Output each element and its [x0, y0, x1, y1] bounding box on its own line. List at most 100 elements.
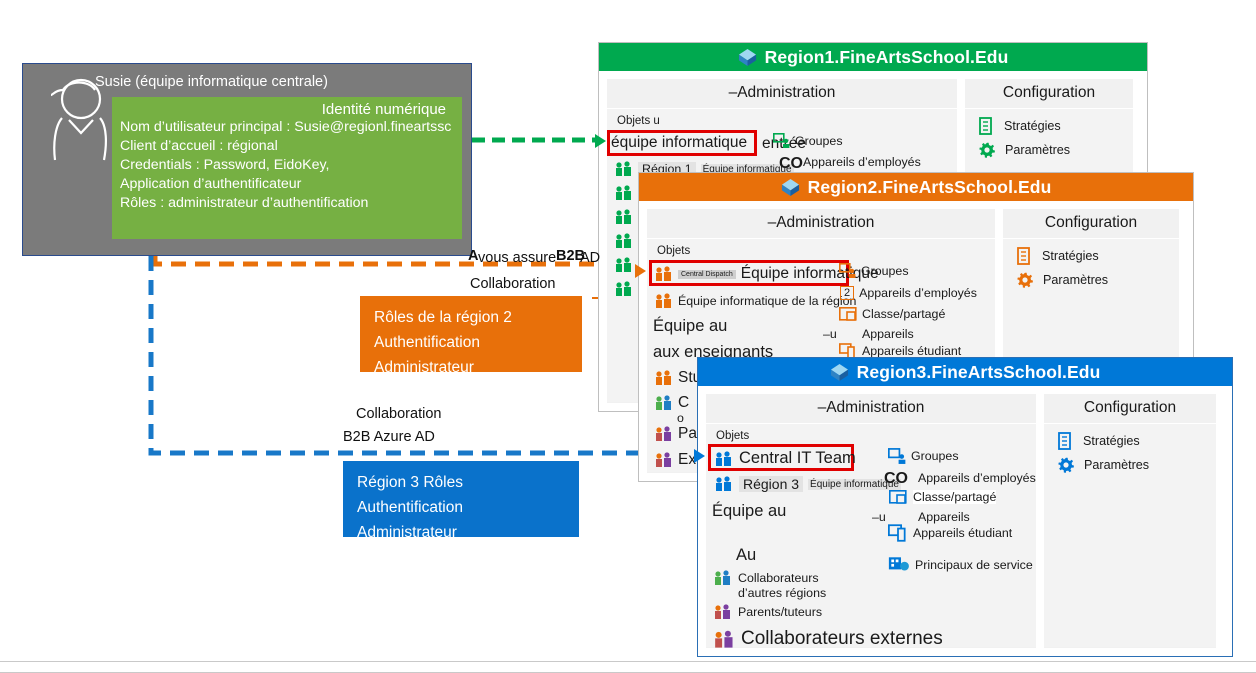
policy-icon — [1058, 432, 1071, 450]
region2-u-label-row: –u — [823, 327, 837, 341]
region2-left-item-0[interactable]: Équipe informatique de la région — [655, 293, 856, 309]
region1-config-item-1[interactable]: Paramètres — [979, 142, 1070, 158]
region2-callout-line-2: Administrateur — [374, 359, 474, 376]
region1-highlight-row[interactable]: équipe informatique — [611, 134, 747, 152]
region3-right-item-4[interactable]: Appareils étudiant — [888, 524, 1012, 542]
diagram-canvas: Susie (équipe informatique centrale) Ide… — [0, 0, 1256, 673]
people-multi-color-icon — [656, 452, 671, 467]
people-group-icon — [616, 185, 631, 200]
region2-title: Region2.FineArtsSchool.Edu — [807, 176, 1052, 197]
region3-callout-line-1: Authentification — [357, 499, 463, 516]
region1-left-item-2[interactable] — [615, 209, 633, 225]
groups-icon — [839, 263, 856, 278]
region2-right-item-1[interactable]: 2 Appareils d’employés — [840, 286, 977, 300]
people-group-icon — [716, 450, 731, 466]
region1-config-item-0[interactable]: Stratégies — [979, 117, 1061, 135]
azure-ad-cube-icon — [781, 178, 799, 196]
region2-right-item-2[interactable]: Classe/partagé — [839, 307, 945, 321]
region2-right-item-3[interactable]: Appareils — [862, 327, 914, 341]
region2-u-label: –u — [823, 327, 837, 341]
susie-upn: Nom d’utilisateur principal : Susie@regi… — [120, 119, 452, 135]
region3-right-item-0[interactable]: Groupes — [888, 448, 959, 464]
region3-right-item-3-label: Appareils — [918, 510, 970, 524]
region2-left-item-6[interactable]: Pa — [655, 425, 697, 443]
groups-icon — [773, 133, 790, 148]
region3-left-item-5[interactable]: Parents/tuteurs — [714, 604, 822, 620]
region1-left-item-1[interactable] — [615, 185, 633, 201]
region1-objets-label: Objets u — [617, 115, 660, 127]
region1-right-item-0[interactable]: Groupes — [773, 133, 843, 148]
region3-right-item-5[interactable]: Principaux de service — [888, 556, 1033, 574]
region2-config-title: Configuration — [1003, 209, 1179, 239]
region2-config-item-1[interactable]: Paramètres — [1017, 272, 1108, 288]
region3-highlight-row[interactable]: Central IT Team — [715, 449, 856, 468]
people-group-icon — [716, 476, 731, 491]
region2-left-item-4[interactable]: C — [655, 394, 689, 412]
region2-left-item-5: o — [677, 411, 684, 425]
gear-icon — [1058, 457, 1074, 473]
region2-objets-label: Objets — [657, 245, 691, 257]
azure-ad-cube-icon — [738, 48, 756, 66]
region3-left-item-6-label: Collaborateurs externes — [741, 628, 943, 649]
region2-right-item-0[interactable]: Groupes — [839, 263, 909, 278]
region2-left-item-1-label: Équipe au — [653, 317, 728, 335]
region2-left-item-4-label: C — [678, 394, 690, 411]
region3-right-item-5-label: Principaux de service — [915, 558, 1033, 572]
region1-pointer-triangle — [595, 134, 606, 148]
susie-card: Susie (équipe informatique centrale) Ide… — [22, 63, 472, 256]
region1-left-item-5[interactable] — [615, 281, 633, 297]
region2-config-item-0[interactable]: Stratégies — [1017, 247, 1099, 265]
region3-config-title: Configuration — [1044, 394, 1216, 424]
region2-right-item-0-label: Groupes — [861, 263, 909, 278]
region2-right-item-1-label: Appareils d’employés — [859, 286, 977, 300]
region2-left-item-6-label: Pa — [678, 425, 697, 442]
region3-right-item-2[interactable]: Classe/partagé — [888, 490, 997, 504]
region3-panel[interactable]: Region3.FineArtsSchool.Edu –Administrati… — [694, 357, 1233, 657]
bottom-divider — [0, 661, 1256, 662]
region1-right-item-1[interactable]: Appareils d’employés — [803, 155, 921, 169]
region2-roles-callout: Rôles de la région 2 Authentification Ad… — [360, 296, 582, 376]
policy-icon — [979, 117, 992, 135]
people-group-icon — [616, 233, 631, 248]
region1-left-item-3[interactable] — [615, 233, 633, 249]
region3-u-label-row: –u — [872, 510, 886, 524]
people-multi-color-icon — [656, 395, 671, 410]
region1-left-item-4[interactable] — [615, 257, 633, 273]
region2-left-item-3[interactable]: Stu — [655, 369, 701, 387]
people-multi-color-icon — [715, 570, 730, 585]
region2-config-item-0-label: Stratégies — [1042, 249, 1099, 263]
region3-config-item-0-label: Stratégies — [1083, 434, 1140, 448]
region3-config-item-1[interactable]: Paramètres — [1058, 457, 1149, 473]
region3-roles-callout: Région 3 Rôles Authentification Administ… — [343, 461, 579, 541]
region3-right-item-4-label: Appareils étudiant — [913, 526, 1013, 540]
region3-left-item-0[interactable]: Région 3 Équipe informatique — [715, 476, 901, 492]
policy-icon — [1017, 247, 1030, 265]
region3-config-column: Configuration Stratégies Paramètres — [1044, 394, 1216, 648]
region3-left-item-3[interactable]: Collaborateurs — [714, 570, 819, 586]
region3-right-item-3[interactable]: Appareils — [918, 510, 970, 524]
region3-right-item-2-label: Classe/partagé — [913, 490, 997, 504]
region1-header: Region1.FineArtsSchool.Edu — [599, 43, 1147, 71]
region3-admin-title: –Administration — [706, 394, 1036, 424]
region3-right-item-1-label: Appareils d’employés — [918, 471, 1036, 485]
region3-left-item-6[interactable]: Collaborateurs externes — [714, 628, 943, 650]
people-group-icon — [656, 370, 671, 385]
region2-callout-line-0: Rôles de la région 2 — [374, 309, 512, 326]
region3-left-item-1: Équipe au — [712, 502, 786, 521]
region3-config-item-0[interactable]: Stratégies — [1058, 432, 1140, 450]
region3-left-item-0-label: Région 3 — [739, 476, 804, 492]
region3-config-item-1-label: Paramètres — [1084, 458, 1150, 472]
region2-highlight-chip: Central Dispatch — [678, 269, 736, 279]
region1-right-item-0-label: Groupes — [795, 133, 843, 148]
orange-connector-label-ad: AD — [580, 250, 601, 266]
region3-co-label: CO — [884, 470, 908, 487]
region2-left-item-5-label: o — [677, 411, 684, 425]
region3-left-item-4: d’autres régions — [738, 586, 826, 600]
region3-objets-label: Objets — [716, 430, 750, 442]
region2-config-item-1-label: Paramètres — [1043, 273, 1109, 287]
groups-icon — [888, 448, 906, 464]
region3-title: Region3.FineArtsSchool.Edu — [856, 361, 1101, 382]
people-group-icon — [616, 257, 631, 272]
region3-pointer-triangle — [694, 449, 705, 463]
region3-right-item-1[interactable]: Appareils d’employés — [918, 471, 1036, 485]
